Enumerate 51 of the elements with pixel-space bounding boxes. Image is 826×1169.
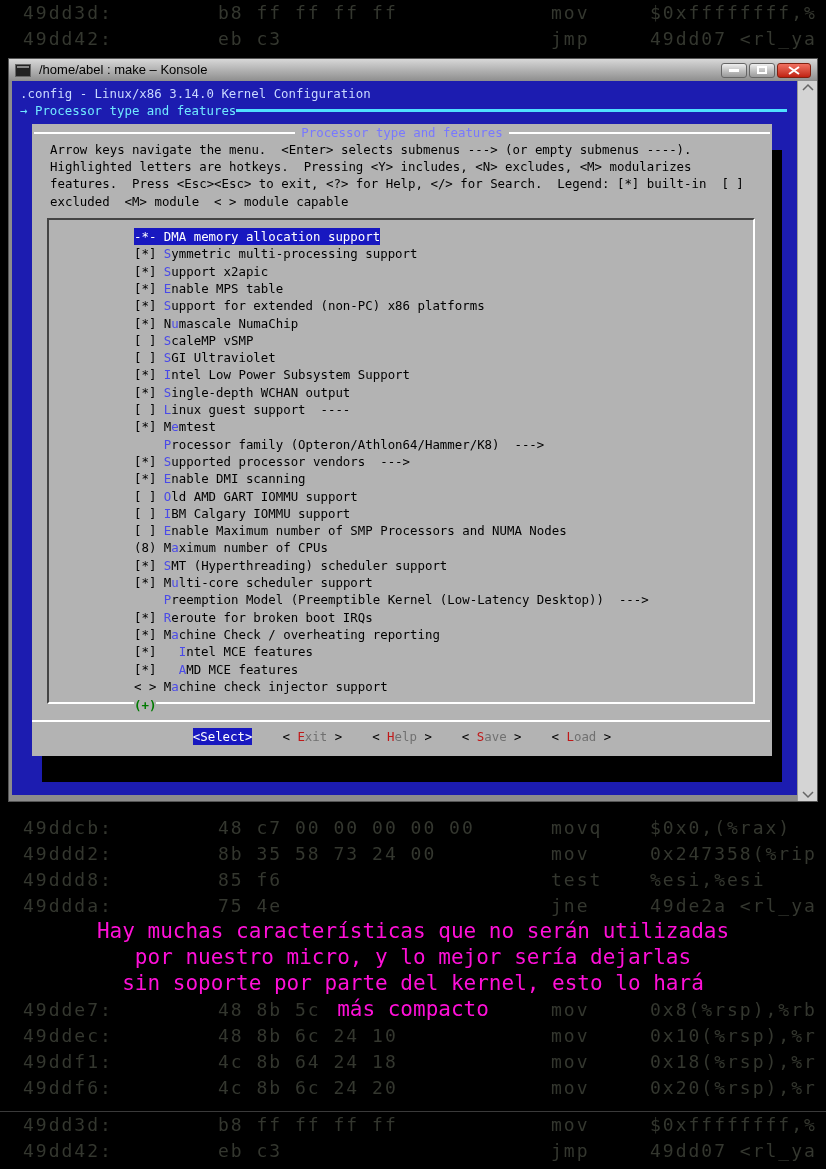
menu-item[interactable]: [ ] IBM Calgary IOMMU support bbox=[134, 504, 351, 523]
menu-item[interactable]: [*] Reroute for broken boot IRQs bbox=[134, 608, 373, 626]
menu-item[interactable]: [*] Single-depth WCHAN output bbox=[134, 383, 351, 402]
menu-item[interactable]: [*] Intel MCE features bbox=[134, 643, 314, 661]
menu-item[interactable]: [ ] SGI Ultraviolet bbox=[134, 349, 276, 367]
subtitle-line: sin soporte por parte del kernel, esto lo hará bbox=[122, 970, 704, 996]
menu-item[interactable]: [ ] Linux guest support ---- bbox=[134, 401, 351, 419]
menu-item[interactable]: [*] Machine Check / overheating reporting bbox=[134, 625, 440, 644]
menu-item[interactable]: [ ] Old AMD GART IOMMU support bbox=[134, 487, 358, 505]
dialog-button[interactable]: < Help > bbox=[372, 727, 432, 745]
menu-item[interactable]: [*] Enable MPS table bbox=[134, 279, 284, 298]
menu-item[interactable]: Processor family (Opteron/Athlon64/Hammer/K8) ---> bbox=[134, 435, 545, 453]
close-button[interactable] bbox=[777, 62, 811, 78]
subtitle-line: Hay muchas características que no serán utilizadas bbox=[96, 918, 730, 944]
dialog-button[interactable]: < Save > bbox=[461, 727, 522, 745]
config-header: .config - Linux/x86 3.14.0 Kernel Configuration bbox=[19, 85, 372, 103]
subtitle-line: por nuestro micro, y lo mejor sería dejarlas bbox=[134, 944, 692, 970]
close-icon bbox=[788, 65, 800, 75]
menu-item[interactable]: [*] Numascale NumaChip bbox=[134, 314, 299, 332]
menu-item[interactable]: [*] AMD MCE features bbox=[134, 660, 299, 678]
minimize-button[interactable] bbox=[721, 62, 747, 78]
terminal-icon bbox=[15, 63, 31, 77]
menu-item[interactable]: [*] Enable DMI scanning bbox=[134, 470, 306, 488]
minimize-icon bbox=[729, 68, 739, 72]
menu-item[interactable]: Preemption Model (Preemptible Kernel (Low-Latency Desktop)) ---> bbox=[134, 591, 649, 609]
scroll-up-icon[interactable] bbox=[801, 83, 814, 91]
breadcrumb: → Processor type and features bbox=[20, 102, 237, 120]
menu-item[interactable]: < > Machine check injector support bbox=[134, 677, 388, 696]
menu-item[interactable]: -*- DMA memory allocation support bbox=[134, 228, 381, 246]
menu-item[interactable]: [*] Supported processor vendors ---> bbox=[134, 452, 410, 471]
menu-item[interactable]: [*] Multi-core scheduler support bbox=[134, 574, 373, 592]
dialog-button[interactable]: <Select> bbox=[192, 727, 253, 745]
menu-item[interactable]: [*] Support x2apic bbox=[134, 262, 269, 280]
scrollbar[interactable] bbox=[797, 81, 817, 801]
maximize-icon bbox=[757, 66, 767, 74]
dialog-button[interactable]: < Exit > bbox=[282, 727, 343, 745]
window-title: /home/abel : make – Konsole bbox=[39, 61, 209, 80]
menu-item[interactable]: [*] Memtest bbox=[134, 418, 217, 436]
menu-item[interactable]: (8) Maximum number of CPUs bbox=[134, 539, 328, 557]
maximize-button[interactable] bbox=[749, 62, 775, 78]
menu-item[interactable]: [*] Intel Low Power Subsystem Support bbox=[134, 366, 410, 384]
subtitle-line: más compacto bbox=[337, 996, 489, 1022]
more-indicator: (+) bbox=[134, 699, 157, 714]
menu-item[interactable]: [*] Support for extended (non-PC) x86 platforms bbox=[134, 297, 485, 315]
dialog-button[interactable]: < Load > bbox=[551, 727, 612, 745]
menu-item[interactable]: [ ] Enable Maximum number of SMP Processors and NUMA Nodes bbox=[134, 522, 567, 540]
menu-item[interactable]: [*] Symmetric multi-processing support bbox=[134, 245, 418, 263]
scroll-down-icon[interactable] bbox=[801, 791, 814, 799]
menu-item[interactable]: [*] SMT (Hyperthreading) scheduler support bbox=[134, 556, 448, 574]
menu-item[interactable]: [ ] ScaleMP vSMP bbox=[134, 331, 254, 350]
help-text: Arrow keys navigate the menu. <Enter> selects submenus ---> (or empty submenus ----). Highlighted letters are hotkeys. Pressing <Y> includes, <N> excludes, <M> modularizes features. Press <Esc><Esc> to exit, <?> for Help, </> for Search. Legend: [*] built-in [ ] excluded <M> module < > module capable bbox=[50, 140, 744, 211]
